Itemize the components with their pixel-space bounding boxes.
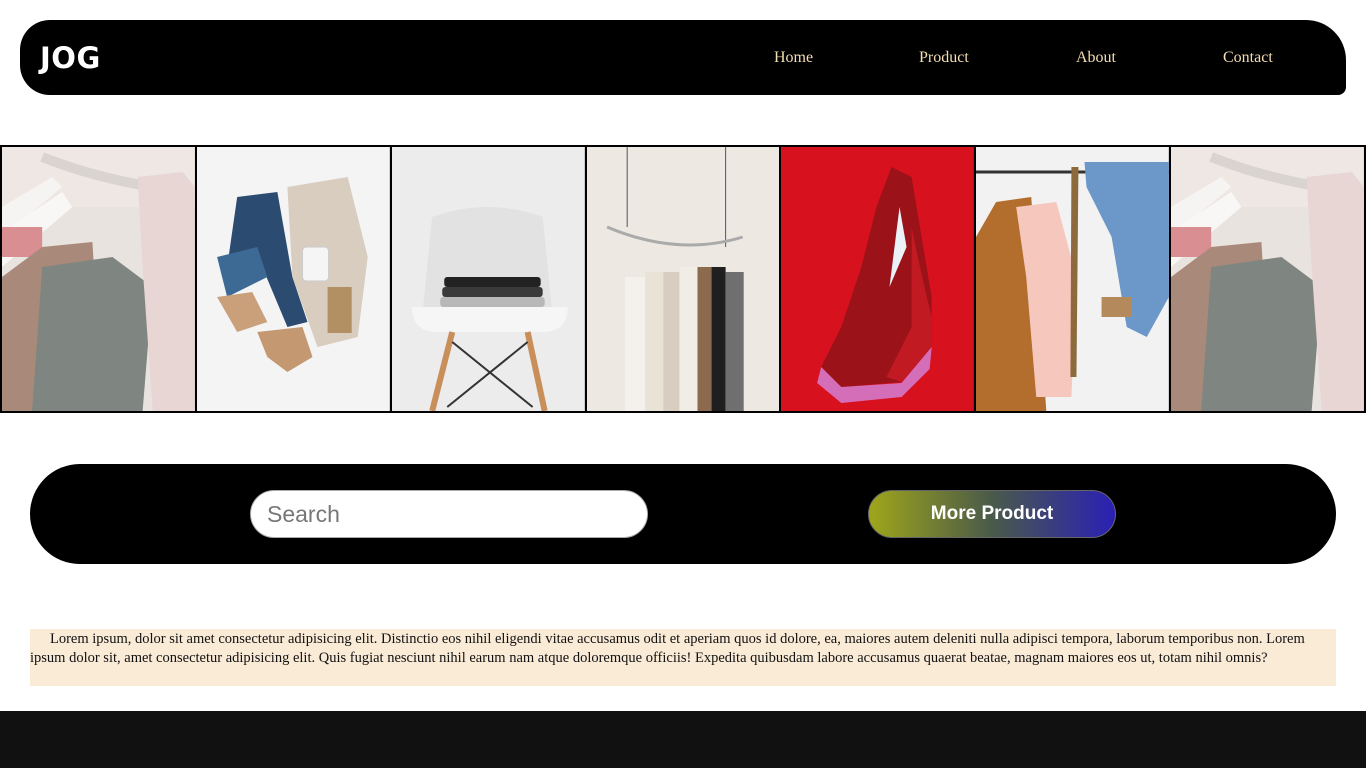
- hanging-dresses-photo: [586, 147, 780, 411]
- clothes-rack-photo: [2, 147, 195, 411]
- more-product-button[interactable]: More Product: [868, 490, 1116, 538]
- nav-home-link[interactable]: Home: [774, 48, 813, 68]
- nav-about-link[interactable]: About: [1076, 48, 1116, 68]
- footer: [0, 711, 1366, 768]
- search-bar: More Product: [30, 464, 1336, 564]
- flatlay-outfit-photo: [196, 147, 390, 411]
- image-gallery: [0, 145, 1366, 413]
- navbar: JOG Home Product About Contact: [20, 20, 1346, 95]
- jacket-jeans-rack-photo: [976, 147, 1170, 411]
- clothes-rack-photo-repeat: [1171, 147, 1365, 411]
- nav-contact-link[interactable]: Contact: [1223, 48, 1273, 68]
- red-sneaker-photo: [781, 147, 975, 411]
- description-paragraph: Lorem ipsum, dolor sit amet consectetur …: [30, 628, 1336, 686]
- logo[interactable]: JOG: [40, 40, 101, 76]
- folded-clothes-chair-photo: [391, 147, 585, 411]
- nav-product-link[interactable]: Product: [919, 48, 969, 68]
- search-input[interactable]: [250, 490, 648, 538]
